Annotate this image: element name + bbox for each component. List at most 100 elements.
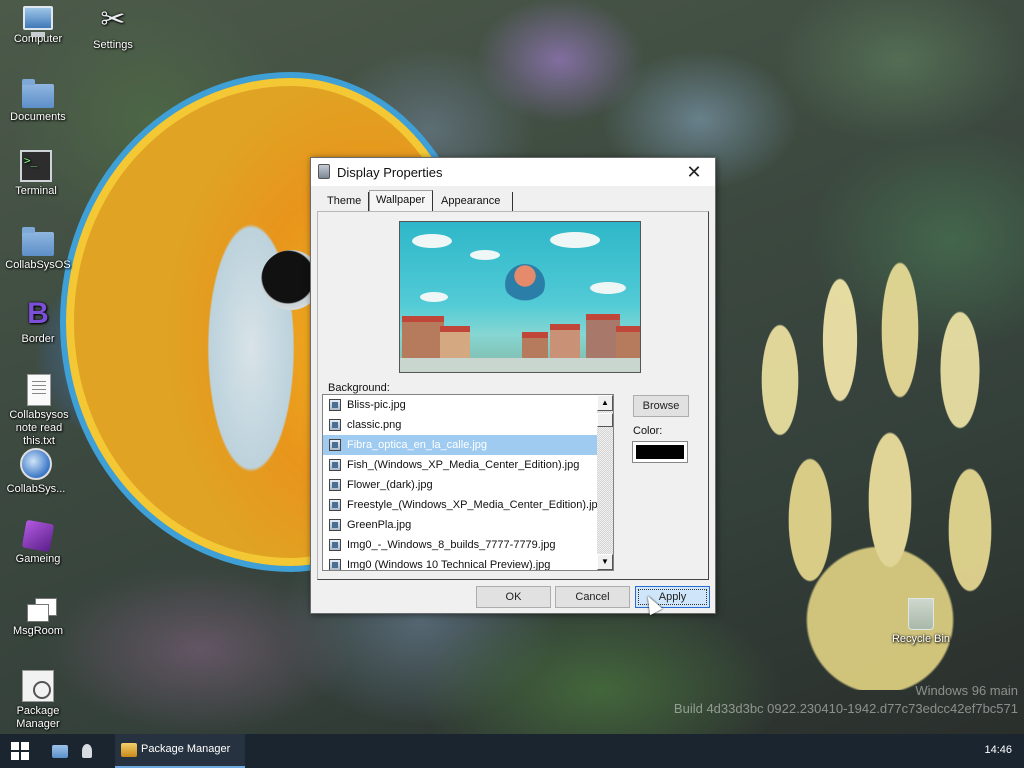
list-item-label: Fish_(Windows_XP_Media_Center_Edition).j… bbox=[347, 459, 580, 471]
border-app-icon: B bbox=[27, 297, 49, 330]
display-properties-window: Display Properties ✕ Theme Wallpaper App… bbox=[310, 157, 716, 614]
title-bar[interactable]: Display Properties ✕ bbox=[311, 158, 715, 186]
watermark-line1: Windows 96 main bbox=[915, 683, 1018, 698]
browse-button[interactable]: Browse bbox=[633, 395, 689, 417]
list-item-label: Img0_-_Windows_8_builds_7777-7779.jpg bbox=[347, 539, 556, 551]
watermark-line2: Build 4d33d3bc 0922.230410-1942.d77c73ed… bbox=[673, 701, 1018, 716]
list-item[interactable]: Img0_-_Windows_8_builds_7777-7779.jpg bbox=[323, 535, 613, 555]
list-item-label: GreenPla.jpg bbox=[347, 519, 412, 531]
color-swatch bbox=[636, 445, 684, 459]
desktop-icon-gameing[interactable]: Gameing bbox=[1, 519, 75, 566]
desktop-icon-documents[interactable]: Documents bbox=[1, 78, 75, 124]
desktop-icon-border[interactable]: B Border bbox=[1, 298, 75, 346]
build-watermark: Windows 96 main Build 4d33d3bc 0922.2304… bbox=[673, 683, 1018, 718]
color-picker-button[interactable] bbox=[632, 441, 688, 463]
list-item-label: classic.png bbox=[347, 419, 402, 431]
list-scrollbar[interactable]: ▲ ▼ bbox=[597, 395, 613, 570]
desktop-icon-collabsys-web[interactable]: CollabSys... bbox=[0, 448, 73, 496]
file-explorer-icon[interactable] bbox=[52, 745, 68, 758]
desktop-icon-label: CollabSysOS bbox=[5, 259, 71, 271]
list-item[interactable]: classic.png bbox=[323, 415, 613, 435]
list-item-label: Flower_(dark).jpg bbox=[347, 479, 433, 491]
image-file-icon bbox=[329, 519, 341, 531]
list-item-label: Img0 (Windows 10 Technical Preview).jpg bbox=[347, 559, 551, 571]
desktop-icon-msgroom[interactable]: MsgRoom bbox=[1, 596, 75, 638]
background-list[interactable]: Bliss-pic.jpg classic.png Fibra_optica_e… bbox=[322, 394, 614, 571]
list-item-selected[interactable]: Fibra_optica_en_la_calle.jpg bbox=[323, 435, 597, 455]
preview-building bbox=[522, 332, 548, 360]
list-item[interactable]: Freestyle_(Windows_XP_Media_Center_Editi… bbox=[323, 495, 613, 515]
desktop-icon-label: CollabSys... bbox=[6, 483, 66, 495]
preview-building bbox=[402, 316, 444, 360]
desktop-icon-recycle-bin[interactable]: Recycle Bin bbox=[884, 598, 958, 646]
desktop-icon-label: Terminal bbox=[15, 185, 57, 197]
preview-flying-figure bbox=[505, 264, 545, 304]
cube-icon bbox=[21, 519, 55, 553]
terminal-icon: >_ bbox=[20, 150, 52, 182]
start-logo-icon bbox=[11, 752, 19, 760]
ok-button[interactable]: OK bbox=[476, 586, 551, 608]
folder-icon bbox=[22, 79, 54, 108]
scroll-up-icon[interactable]: ▲ bbox=[597, 395, 613, 411]
folder-icon bbox=[22, 227, 54, 256]
image-file-icon bbox=[329, 479, 341, 491]
preview-building bbox=[586, 314, 620, 360]
start-logo-icon bbox=[21, 752, 29, 760]
tab-wallpaper[interactable]: Wallpaper bbox=[369, 190, 433, 212]
list-item[interactable]: Bliss-pic.jpg bbox=[323, 395, 613, 415]
desktop-icon-label: Border bbox=[21, 333, 55, 345]
wallpaper-anemone bbox=[720, 260, 1024, 690]
desktop-icon-label: Recycle Bin bbox=[891, 633, 951, 645]
image-file-icon bbox=[329, 419, 341, 431]
list-item-label: Fibra_optica_en_la_calle.jpg bbox=[347, 439, 488, 451]
desktop-icon-label: Gameing bbox=[15, 553, 61, 565]
desktop-icon-computer[interactable]: Computer bbox=[1, 4, 75, 46]
close-icon[interactable]: ✕ bbox=[681, 160, 707, 184]
preview-building bbox=[616, 326, 640, 360]
scroll-down-icon[interactable]: ▼ bbox=[597, 554, 613, 570]
color-label: Color: bbox=[633, 425, 663, 437]
preview-building bbox=[440, 326, 470, 360]
list-item[interactable]: Fish_(Windows_XP_Media_Center_Edition).j… bbox=[323, 455, 613, 475]
desktop-icon-terminal[interactable]: >_ Terminal bbox=[0, 150, 73, 198]
desktop-icon-label: MsgRoom bbox=[12, 625, 64, 637]
desktop-icon-package-manager[interactable]: Package Manager bbox=[1, 670, 75, 731]
start-button[interactable] bbox=[0, 734, 40, 768]
clock[interactable]: 14:46 bbox=[984, 744, 1012, 756]
image-file-icon bbox=[329, 499, 341, 511]
text-file-icon bbox=[27, 374, 51, 406]
image-file-icon bbox=[329, 439, 341, 451]
image-file-icon bbox=[329, 559, 341, 570]
taskbar-item-package-manager[interactable]: Package Manager bbox=[115, 734, 245, 768]
desktop-icon-note[interactable]: Collabsysos note read this.txt bbox=[1, 374, 77, 448]
package-icon bbox=[22, 670, 54, 702]
background-label: Background: bbox=[328, 382, 390, 394]
list-item-label: Freestyle_(Windows_XP_Media_Center_Editi… bbox=[347, 499, 604, 511]
list-item[interactable]: Flower_(dark).jpg bbox=[323, 475, 613, 495]
list-item[interactable]: GreenPla.jpg bbox=[323, 515, 613, 535]
window-title: Display Properties bbox=[337, 165, 443, 180]
image-file-icon bbox=[329, 539, 341, 551]
cancel-button[interactable]: Cancel bbox=[555, 586, 630, 608]
scroll-thumb[interactable] bbox=[597, 413, 613, 427]
list-item[interactable]: Img0 (Windows 10 Technical Preview).jpg bbox=[323, 555, 613, 571]
desktop-icon-label: Collabsysos note read this.txt bbox=[9, 409, 69, 447]
run-icon[interactable] bbox=[82, 744, 92, 758]
tab-theme[interactable]: Theme bbox=[321, 192, 369, 212]
msgroom-icon bbox=[27, 604, 49, 622]
start-logo-icon bbox=[11, 742, 19, 750]
desktop-icon-label: Package Manager bbox=[16, 705, 60, 730]
settings-icon: ✂ bbox=[100, 3, 126, 36]
desktop-icon-settings[interactable]: ✂ Settings bbox=[76, 4, 150, 52]
tab-appearance[interactable]: Appearance bbox=[435, 192, 513, 212]
preview-ground bbox=[400, 358, 640, 372]
desktop-icon-collabsysos[interactable]: CollabSysOS bbox=[1, 226, 75, 272]
image-file-icon bbox=[329, 459, 341, 471]
preview-cloud bbox=[412, 234, 452, 248]
preview-building bbox=[550, 324, 580, 360]
wallpaper-preview bbox=[399, 221, 641, 373]
recycle-bin-icon bbox=[908, 598, 934, 630]
taskbar: Package Manager 14:46 bbox=[0, 734, 1024, 768]
desktop-icon-label: Documents bbox=[10, 111, 66, 123]
preview-cloud bbox=[470, 250, 500, 260]
